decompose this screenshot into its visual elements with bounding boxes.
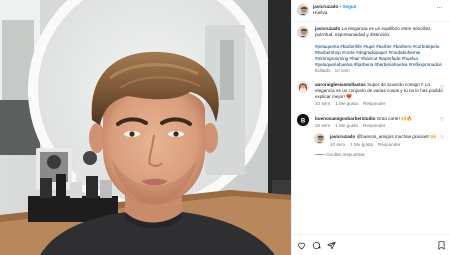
location-label[interactable]: Huelva — [313, 10, 327, 16]
separator-dot: • — [339, 4, 342, 9]
author-username[interactable]: javicruzado — [313, 4, 338, 9]
post-photo — [0, 0, 291, 255]
bookmark-icon[interactable] — [437, 241, 446, 250]
comment-icon[interactable] — [312, 241, 321, 250]
commenter-avatar[interactable]: B — [297, 114, 309, 126]
more-options-button[interactable]: ··· — [437, 5, 443, 11]
post-media[interactable] — [0, 0, 291, 255]
reply-button[interactable]: Responder — [363, 123, 385, 128]
comments-list[interactable]: javicruzado La elegancia es un equilibri… — [292, 22, 450, 222]
comment-time: 10 sem — [315, 123, 331, 128]
share-icon[interactable] — [327, 241, 336, 250]
caption-username[interactable]: javicruzado — [315, 26, 340, 31]
comment-item: auroraiglesiasmillastas Super de acuerdo… — [315, 82, 443, 100]
avatar-image — [298, 27, 308, 37]
hide-replies-label: Ocultar respuestas — [326, 152, 365, 157]
comment-time: 10 sem — [315, 101, 331, 106]
reply-avatar[interactable] — [314, 133, 325, 144]
comment-meta: 10 sem 1 Me gusta Responder — [315, 101, 386, 107]
author-avatar[interactable] — [297, 4, 309, 16]
reply-time: 10 sem — [330, 142, 346, 147]
caption-hashtags[interactable]: #peluqueria #barberlife #tupé #barber #b… — [315, 44, 443, 68]
comment-text: Gran corte! 🙌🔥 — [376, 116, 413, 121]
avatar-image — [315, 134, 324, 143]
caption-time: Editado · 10 sem — [315, 68, 350, 73]
heart-icon[interactable]: ♡ — [440, 85, 444, 92]
hide-replies-button[interactable]: Ocultar respuestas — [315, 152, 365, 158]
comment-username[interactable]: auroraiglesiasmillastas — [315, 82, 366, 87]
reply-meta: 10 sem 1 Me gusta Responder — [330, 142, 401, 148]
post-caption: javicruzado La elegancia es un equilibri… — [315, 26, 443, 38]
post-actions-bar — [292, 234, 450, 255]
comment-likes[interactable]: 1 Me gusta — [335, 101, 358, 106]
reply-button[interactable]: Responder — [378, 142, 400, 147]
follow-button[interactable]: Seguir — [342, 4, 356, 9]
heart-icon[interactable]: ♡ — [440, 135, 444, 142]
avatar-image: B — [297, 114, 309, 126]
reply-username[interactable]: javicruzado — [330, 134, 355, 139]
instagram-post-viewer: javicruzado • Seguir Huelva ··· javicruz… — [0, 0, 450, 255]
comment-item: buenosamigosbarberstudio Gran corte! 🙌🔥 — [315, 116, 443, 122]
avatar-image — [297, 81, 309, 93]
reply-button[interactable]: Responder — [363, 101, 385, 106]
svg-text:B: B — [301, 118, 306, 124]
comment-meta: 10 sem 1 Me gusta Responder — [315, 123, 386, 129]
reply-item: javicruzado @buenos_amigos muchas gracia… — [330, 134, 440, 140]
reply-likes[interactable]: 1 Me gusta — [350, 142, 373, 147]
comment-username[interactable]: buenosamigosbarberstudio — [315, 116, 376, 121]
heart-icon[interactable]: ♡ — [440, 117, 444, 124]
hide-replies-line — [315, 154, 325, 156]
avatar-image — [298, 5, 308, 15]
commenter-avatar[interactable] — [297, 81, 309, 93]
heart-icon[interactable] — [297, 241, 306, 250]
caption-avatar[interactable] — [297, 26, 309, 38]
post-side-panel: javicruzado • Seguir Huelva ··· javicruz… — [291, 0, 450, 255]
comment-likes[interactable]: 1 Me gusta — [335, 123, 358, 128]
post-header: javicruzado • Seguir Huelva ··· — [292, 0, 450, 22]
reply-text: @buenos_amigos muchas gracias!! 🙌 — [356, 134, 437, 139]
